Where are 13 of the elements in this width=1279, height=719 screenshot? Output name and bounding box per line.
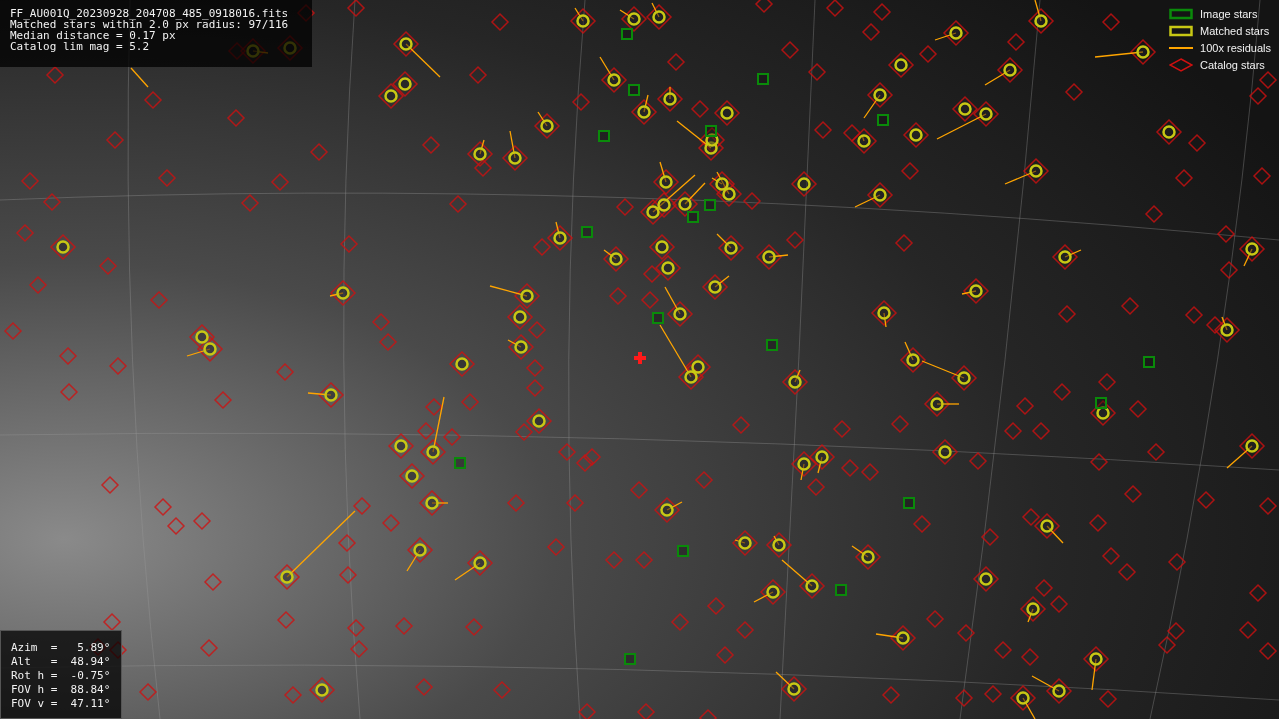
pointing-text: Azim = 5.89° (11, 641, 111, 655)
legend-label: Image stars (1200, 6, 1258, 21)
pointing-text: FOV h = 88.84° (11, 683, 111, 697)
pointing-text: FOV v = 47.11° (11, 697, 111, 711)
info-text: Median distance = 0.17 px (10, 30, 176, 41)
pointing-text: Alt = 48.94° (11, 655, 111, 669)
pointing-text: Rot h = -0.75° (11, 669, 111, 683)
legend-label: Matched stars (1200, 23, 1270, 38)
info-text: Catalog lim mag = 5.2 (10, 41, 150, 52)
legend-label: 100x residuals (1200, 40, 1271, 55)
info-text: FF_AU001Q_20230928_204708_485_0918016.fits (10, 8, 289, 19)
info-text: Matched stars within 2.0 px radius: 97/116 (10, 19, 289, 30)
legend-label: Catalog stars (1200, 57, 1265, 72)
